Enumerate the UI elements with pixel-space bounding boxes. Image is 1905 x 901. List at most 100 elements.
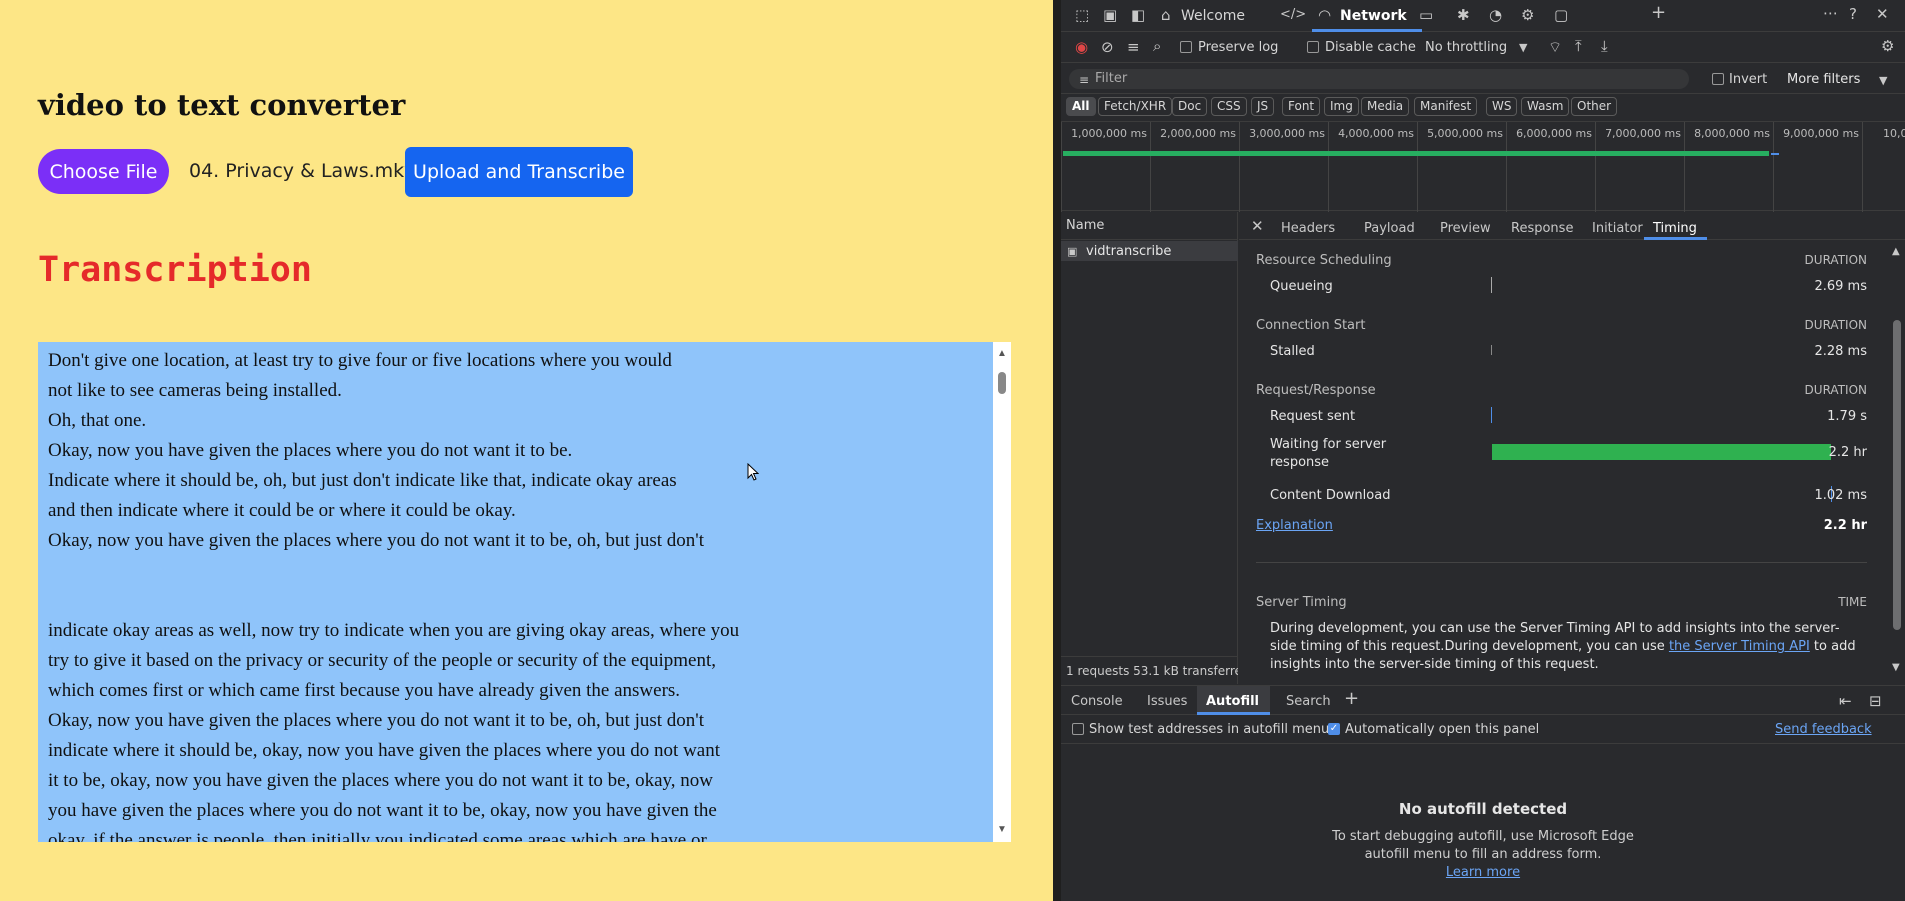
transcription-line: Indicate where it should be, oh, but jus… [48, 470, 677, 491]
request-name: vidtranscribe [1086, 244, 1172, 259]
timeline-tick: 1,000,000 ms [1061, 122, 1150, 212]
scroll-down-icon[interactable]: ▼ [997, 825, 1007, 835]
timeline-tick-label: 2,000,000 ms [1160, 127, 1236, 140]
scrollbar-thumb[interactable] [1893, 320, 1901, 630]
timeline-tick: 4,000,000 ms [1328, 122, 1417, 212]
drawer-tab-console[interactable]: Console [1071, 694, 1123, 709]
timing-value-request-sent: 1.79 s [1827, 409, 1867, 424]
more-filters-button[interactable]: More filters [1787, 72, 1860, 87]
scroll-up-icon[interactable]: ▲ [997, 349, 1007, 359]
timing-label-content-download: Content Download [1270, 488, 1391, 503]
invert-checkbox[interactable] [1712, 73, 1724, 85]
close-devtools-icon[interactable]: ✕ [1876, 6, 1889, 22]
tab-response[interactable]: Response [1511, 221, 1573, 236]
type-filter-css[interactable]: CSS [1211, 97, 1247, 116]
more-options-icon[interactable]: ⋯ [1823, 5, 1838, 21]
stalled-bar [1491, 345, 1492, 355]
console-error-icon[interactable]: ▭ [1419, 7, 1433, 23]
device-emulation-icon[interactable]: ▣ [1103, 7, 1117, 23]
settings-cog-icon[interactable]: ⚙ [1521, 7, 1534, 23]
type-filter-doc[interactable]: Doc [1172, 97, 1208, 116]
web-page: video to text converter Choose File 04. … [0, 0, 1053, 901]
type-filter-all[interactable]: All [1066, 97, 1096, 116]
tab-network[interactable]: Network [1340, 8, 1407, 24]
tab-headers[interactable]: Headers [1281, 221, 1335, 236]
network-timeline-overview[interactable]: 1,000,000 ms 2,000,000 ms 3,000,000 ms 4… [1061, 121, 1905, 212]
transcription-box[interactable]: Don't give one location, at least try to… [38, 342, 1011, 842]
clear-log-icon[interactable]: ⊘ [1101, 39, 1114, 55]
home-icon[interactable]: ⌂ [1161, 7, 1171, 23]
drawer-tab-search[interactable]: Search [1286, 694, 1331, 709]
transcription-line: Don't give one location, at least try to… [48, 350, 672, 371]
chevron-down-icon[interactable]: ▼ [1519, 40, 1527, 56]
type-filter-media[interactable]: Media [1361, 97, 1410, 116]
type-filter-other[interactable]: Other [1571, 97, 1618, 116]
tab-initiator[interactable]: Initiator [1592, 221, 1643, 236]
server-timing-api-link[interactable]: the Server Timing API [1669, 639, 1810, 654]
type-filter-font[interactable]: Font [1282, 97, 1321, 116]
application-icon[interactable]: ▢ [1554, 7, 1568, 23]
timeline-tick-label: 7,000,000 ms [1605, 127, 1681, 140]
scroll-down-icon[interactable]: ▼ [1892, 660, 1900, 676]
network-settings-icon[interactable]: ⚙ [1881, 38, 1894, 54]
transcription-line: you have given the places where you do n… [48, 800, 717, 821]
tab-payload[interactable]: Payload [1364, 221, 1415, 236]
filter-funnel-icon[interactable]: ≡ [1127, 39, 1140, 55]
type-filter-fetch-xhr[interactable]: Fetch/XHR [1098, 97, 1173, 116]
add-drawer-tab-plus-icon[interactable]: + [1344, 690, 1359, 708]
detail-scrollbar[interactable]: ▲ ▼ [1889, 240, 1905, 684]
scroll-up-icon[interactable]: ▲ [1892, 244, 1900, 260]
send-feedback-link[interactable]: Send feedback [1775, 722, 1872, 737]
record-stop-icon[interactable]: ◉ [1075, 39, 1088, 55]
export-har-icon[interactable]: ⤓ [1601, 38, 1608, 54]
transcription-line: Okay, now you have given the places wher… [48, 530, 704, 551]
close-drawer-icon[interactable]: ⊟ [1869, 693, 1882, 709]
filter-input[interactable]: Filter [1069, 69, 1689, 89]
timeline-tick: 2,000,000 ms [1150, 122, 1239, 212]
timeline-tick: 7,000,000 ms [1595, 122, 1684, 212]
drawer-tab-autofill[interactable]: Autofill [1206, 694, 1259, 709]
divider [1256, 562, 1867, 563]
timeline-tick-label: 5,000,000 ms [1427, 127, 1503, 140]
no-autofill-title: No autofill detected [1398, 800, 1568, 818]
bug-icon[interactable]: ✱ [1457, 7, 1470, 23]
disable-cache-checkbox[interactable] [1307, 41, 1319, 53]
tab-timing[interactable]: Timing [1653, 221, 1697, 236]
inspect-element-icon[interactable]: ⬚ [1075, 7, 1089, 23]
learn-more-link[interactable]: Learn more [1061, 864, 1905, 882]
tab-preview[interactable]: Preview [1440, 221, 1491, 236]
request-row[interactable]: ▣ vidtranscribe [1061, 241, 1238, 261]
type-filter-ws[interactable]: WS [1486, 97, 1518, 116]
search-icon[interactable]: ⌕ [1153, 38, 1161, 54]
elements-code-icon[interactable]: </> [1280, 7, 1306, 23]
more-filters-chevron-icon[interactable]: ▼ [1879, 73, 1887, 89]
type-filter-js[interactable]: JS [1251, 97, 1275, 116]
help-icon[interactable]: ? [1849, 6, 1857, 22]
type-filter-wasm[interactable]: Wasm [1521, 97, 1570, 116]
choose-file-button[interactable]: Choose File [38, 149, 169, 194]
close-detail-icon[interactable]: ✕ [1251, 218, 1264, 234]
transcription-scrollbar[interactable]: ▲ ▼ [993, 342, 1011, 842]
explanation-link[interactable]: Explanation [1256, 518, 1333, 533]
section-resource-scheduling: Resource Scheduling [1256, 253, 1392, 268]
add-tool-plus-icon[interactable]: + [1651, 4, 1666, 22]
performance-icon[interactable]: ◔ [1489, 7, 1502, 23]
panel-splitter[interactable] [1053, 0, 1061, 901]
show-test-addresses-checkbox[interactable] [1072, 723, 1084, 735]
dock-drawer-icon[interactable]: ⇤ [1839, 693, 1852, 709]
import-har-icon[interactable]: ⤒ [1575, 38, 1582, 54]
type-filter-img[interactable]: Img [1324, 97, 1359, 116]
throttling-select[interactable]: No throttling [1425, 40, 1507, 55]
type-filter-manifest[interactable]: Manifest [1414, 97, 1478, 116]
tab-welcome[interactable]: Welcome [1181, 8, 1245, 24]
auto-open-checkbox[interactable]: ✓ [1328, 723, 1340, 735]
scrollbar-thumb[interactable] [998, 372, 1006, 394]
network-conditions-icon[interactable]: ⌔ [1548, 39, 1562, 55]
drawer-tab-issues[interactable]: Issues [1147, 694, 1187, 709]
upload-and-transcribe-button[interactable]: Upload and Transcribe [405, 147, 633, 197]
dock-side-icon[interactable]: ◧ [1131, 7, 1145, 23]
name-column-header[interactable]: Name [1061, 212, 1238, 240]
preserve-log-checkbox[interactable] [1180, 41, 1192, 53]
transcription-line: okay, if the answer is people, then init… [48, 830, 707, 842]
section-server-timing: Server Timing [1256, 595, 1347, 610]
